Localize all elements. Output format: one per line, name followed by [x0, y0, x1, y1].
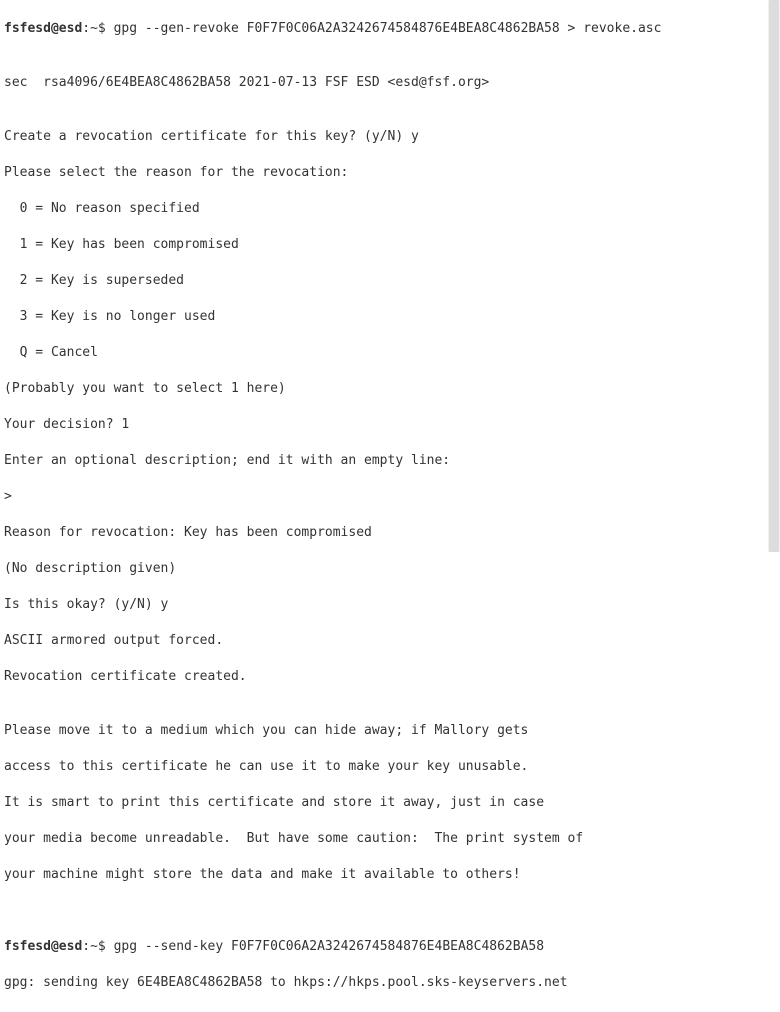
terminal-output[interactable]: fsfesd@esd:~$ gpg --gen-revoke F0F7F0C06… — [0, 0, 780, 1012]
scrollbar-track[interactable] — [768, 0, 780, 552]
option-0: 0 = No reason specified — [4, 200, 776, 218]
revocation-created: Revocation certificate created. — [4, 668, 776, 686]
prompt-line-1: fsfesd@esd:~$ gpg --gen-revoke F0F7F0C06… — [4, 20, 776, 38]
ascii-forced: ASCII armored output forced. — [4, 632, 776, 650]
option-3: 3 = Key is no longer used — [4, 308, 776, 326]
is-okay-line: Is this okay? (y/N) y — [4, 596, 776, 614]
command-text: gpg --gen-revoke F0F7F0C06A2A32426745848… — [114, 21, 662, 36]
command-text: gpg --send-key F0F7F0C06A2A3242674584876… — [114, 939, 544, 954]
enter-description: Enter an optional description; end it wi… — [4, 452, 776, 470]
prompt-userhost: fsfesd@esd — [4, 939, 82, 954]
prompt-line-2: fsfesd@esd:~$ gpg --send-key F0F7F0C06A2… — [4, 938, 776, 956]
advice-line: your machine might store the data and ma… — [4, 866, 776, 884]
advice-line: Please move it to a medium which you can… — [4, 722, 776, 740]
description-prompt: > — [4, 488, 776, 506]
option-1: 1 = Key has been compromised — [4, 236, 776, 254]
prompt-path: :~$ — [82, 21, 113, 36]
scrollbar-thumb[interactable] — [769, 0, 779, 552]
sec-key-line: sec rsa4096/6E4BEA8C4862BA58 2021-07-13 … — [4, 74, 776, 92]
decision-line: Your decision? 1 — [4, 416, 776, 434]
select-reason: Please select the reason for the revocat… — [4, 164, 776, 182]
create-question: Create a revocation certificate for this… — [4, 128, 776, 146]
reason-line: Reason for revocation: Key has been comp… — [4, 524, 776, 542]
advice-line: access to this certificate he can use it… — [4, 758, 776, 776]
prompt-path: :~$ — [82, 939, 113, 954]
sending-key-line: gpg: sending key 6E4BEA8C4862BA58 to hkp… — [4, 974, 776, 992]
probably-hint: (Probably you want to select 1 here) — [4, 380, 776, 398]
advice-line: your media become unreadable. But have s… — [4, 830, 776, 848]
advice-line: It is smart to print this certificate an… — [4, 794, 776, 812]
no-description: (No description given) — [4, 560, 776, 578]
prompt-userhost: fsfesd@esd — [4, 21, 82, 36]
option-q: Q = Cancel — [4, 344, 776, 362]
option-2: 2 = Key is superseded — [4, 272, 776, 290]
